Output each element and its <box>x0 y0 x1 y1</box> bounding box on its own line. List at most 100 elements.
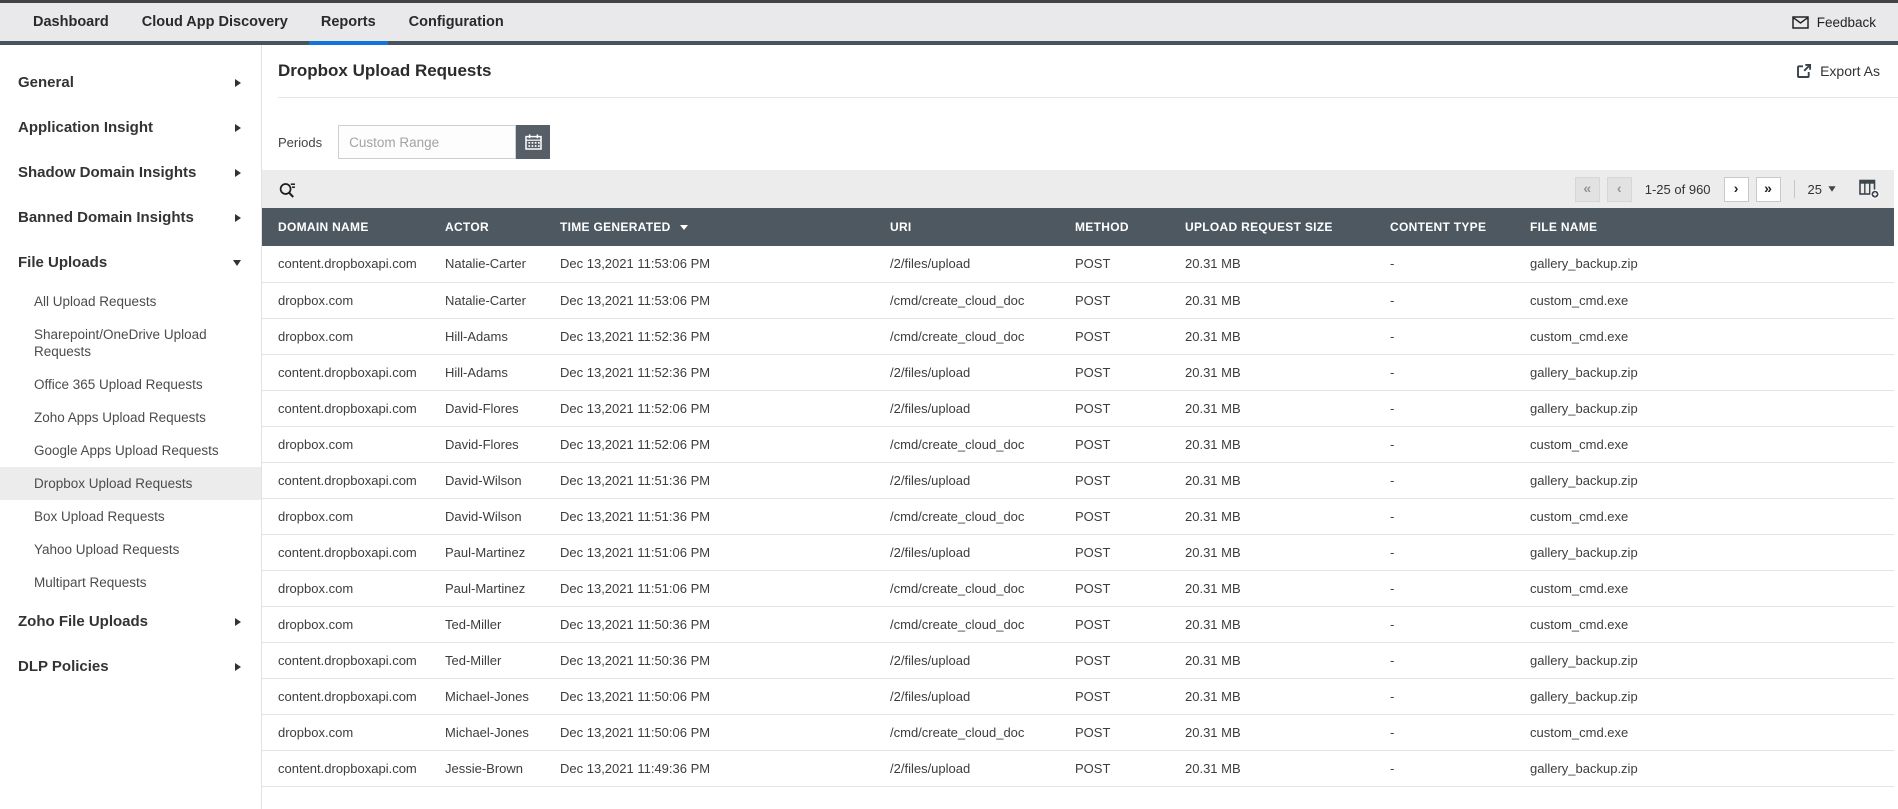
cell-time-generated: Dec 13,2021 11:52:06 PM <box>560 390 890 427</box>
cell-time-generated: Dec 13,2021 11:52:36 PM <box>560 354 890 391</box>
sidebar-item-banned-domain-insights[interactable]: Banned Domain Insights <box>0 195 261 240</box>
sidebar-item-google-apps-upload-requests[interactable]: Google Apps Upload Requests <box>0 434 261 467</box>
column-header-actor[interactable]: ACTOR <box>445 208 560 246</box>
cell-time-generated: Dec 13,2021 11:49:36 PM <box>560 750 890 787</box>
cell-actor: Ted-Miller <box>445 606 560 643</box>
cell-time-generated: Dec 13,2021 11:51:06 PM <box>560 534 890 571</box>
next-page-icon: › <box>1733 180 1739 196</box>
cell-content-type: - <box>1390 714 1530 751</box>
sidebar-item-multipart-requests[interactable]: Multipart Requests <box>0 566 261 599</box>
column-header-upload-request-size[interactable]: UPLOAD REQUEST SIZE <box>1185 208 1390 246</box>
table-row[interactable]: dropbox.com Ted-Miller Dec 13,2021 11:50… <box>262 606 1894 643</box>
chevron-down-icon <box>233 259 241 266</box>
table-row[interactable]: content.dropboxapi.com Jessie-Brown Dec … <box>262 750 1894 787</box>
nav-item-configuration[interactable]: Configuration <box>409 3 504 41</box>
table-row[interactable]: dropbox.com Natalie-Carter Dec 13,2021 1… <box>262 282 1894 319</box>
cell-file-name: gallery_backup.zip <box>1530 534 1894 571</box>
sidebar-item-all-upload-requests[interactable]: All Upload Requests <box>0 285 261 318</box>
cell-method: POST <box>1075 498 1185 535</box>
sidebar-item-shadow-domain-insights[interactable]: Shadow Domain Insights <box>0 150 261 195</box>
chevron-down-icon <box>1828 186 1836 192</box>
table-row[interactable]: content.dropboxapi.com Hill-Adams Dec 13… <box>262 354 1894 391</box>
table-row[interactable]: content.dropboxapi.com David-Flores Dec … <box>262 390 1894 427</box>
cell-content-type: - <box>1390 642 1530 679</box>
sidebar-item-dlp-policies[interactable]: DLP Policies <box>0 644 261 689</box>
table-row[interactable]: content.dropboxapi.com Michael-Jones Dec… <box>262 678 1894 715</box>
sidebar-item-sharepoint-onedrive-upload-requests[interactable]: Sharepoint/OneDrive Upload Requests <box>0 318 261 368</box>
last-page-button[interactable]: » <box>1755 176 1781 202</box>
table-row[interactable]: dropbox.com David-Wilson Dec 13,2021 11:… <box>262 498 1894 535</box>
sidebar-item-general[interactable]: General <box>0 60 261 105</box>
sidebar-item-file-uploads[interactable]: File Uploads <box>0 240 261 285</box>
column-header-content-type[interactable]: CONTENT TYPE <box>1390 208 1530 246</box>
cell-domain-name: content.dropboxapi.com <box>262 390 445 427</box>
nav-item-cloud-app-discovery[interactable]: Cloud App Discovery <box>142 3 288 41</box>
cell-actor: Paul-Martinez <box>445 534 560 571</box>
cell-method: POST <box>1075 282 1185 319</box>
sidebar-item-zoho-file-uploads[interactable]: Zoho File Uploads <box>0 599 261 644</box>
cell-domain-name: dropbox.com <box>262 282 445 319</box>
chevron-right-icon <box>235 78 241 87</box>
custom-range-input[interactable] <box>338 125 517 159</box>
cell-time-generated: Dec 13,2021 11:52:36 PM <box>560 318 890 355</box>
cell-uri: /2/files/upload <box>890 534 1075 571</box>
cell-method: POST <box>1075 678 1185 715</box>
page-size-value: 25 <box>1807 181 1822 197</box>
cell-domain-name: dropbox.com <box>262 570 445 607</box>
page-size-dropdown[interactable]: 25 <box>1808 182 1836 197</box>
column-chooser-button[interactable] <box>1859 179 1880 199</box>
nav-item-reports[interactable]: Reports <box>308 3 388 45</box>
last-page-icon: » <box>1764 180 1772 196</box>
calendar-button[interactable] <box>516 125 551 159</box>
cell-content-type: - <box>1390 354 1530 391</box>
column-header-uri[interactable]: URI <box>890 208 1075 246</box>
previous-page-button[interactable]: ‹ <box>1606 176 1632 202</box>
first-page-button[interactable]: « <box>1574 176 1600 202</box>
chevron-right-icon <box>235 662 241 671</box>
cell-time-generated: Dec 13,2021 11:50:36 PM <box>560 606 890 643</box>
search-button[interactable] <box>278 180 297 199</box>
cell-upload-request-size: 20.31 MB <box>1185 642 1390 679</box>
column-header-domain-name[interactable]: DOMAIN NAME <box>262 208 445 246</box>
table-row[interactable]: content.dropboxapi.com Ted-Miller Dec 13… <box>262 642 1894 679</box>
table-row[interactable]: dropbox.com Hill-Adams Dec 13,2021 11:52… <box>262 318 1894 355</box>
cell-method: POST <box>1075 354 1185 391</box>
sidebar-item-zoho-apps-upload-requests[interactable]: Zoho Apps Upload Requests <box>0 401 261 434</box>
export-as-button[interactable]: Export As <box>1796 63 1880 79</box>
sidebar-item-dropbox-upload-requests[interactable]: Dropbox Upload Requests <box>0 467 261 500</box>
sidebar-item-application-insight[interactable]: Application Insight <box>0 105 261 150</box>
column-header-file-name[interactable]: FILE NAME <box>1530 208 1894 246</box>
column-header-method[interactable]: METHOD <box>1075 208 1185 246</box>
column-header-time-generated[interactable]: TIME GENERATED <box>560 208 890 246</box>
table-row[interactable]: dropbox.com David-Flores Dec 13,2021 11:… <box>262 426 1894 463</box>
cell-uri: /2/files/upload <box>890 354 1075 391</box>
previous-page-icon: ‹ <box>1616 180 1622 196</box>
table-row[interactable]: content.dropboxapi.com Natalie-Carter De… <box>262 246 1894 283</box>
nav-item-dashboard[interactable]: Dashboard <box>33 3 109 41</box>
sidebar-item-yahoo-upload-requests[interactable]: Yahoo Upload Requests <box>0 533 261 566</box>
cell-file-name: custom_cmd.exe <box>1530 282 1894 319</box>
cell-actor: David-Wilson <box>445 462 560 499</box>
next-page-button[interactable]: › <box>1723 176 1749 202</box>
cell-time-generated: Dec 13,2021 11:52:06 PM <box>560 426 890 463</box>
cell-time-generated: Dec 13,2021 11:51:36 PM <box>560 462 890 499</box>
table-row[interactable]: content.dropboxapi.com Paul-Martinez Dec… <box>262 534 1894 571</box>
cell-content-type: - <box>1390 426 1530 463</box>
sidebar-item-office-365-upload-requests[interactable]: Office 365 Upload Requests <box>0 368 261 401</box>
cell-upload-request-size: 20.31 MB <box>1185 390 1390 427</box>
table-row[interactable]: content.dropboxapi.com David-Wilson Dec … <box>262 462 1894 499</box>
cell-time-generated: Dec 13,2021 11:51:36 PM <box>560 498 890 535</box>
cell-domain-name: dropbox.com <box>262 498 445 535</box>
cell-actor: Hill-Adams <box>445 318 560 355</box>
table-row[interactable]: dropbox.com Paul-Martinez Dec 13,2021 11… <box>262 570 1894 607</box>
search-icon <box>278 180 297 199</box>
cell-method: POST <box>1075 714 1185 751</box>
sidebar-item-box-upload-requests[interactable]: Box Upload Requests <box>0 500 261 533</box>
cell-method: POST <box>1075 318 1185 355</box>
cell-content-type: - <box>1390 462 1530 499</box>
table-row[interactable]: dropbox.com Michael-Jones Dec 13,2021 11… <box>262 714 1894 751</box>
cell-method: POST <box>1075 534 1185 571</box>
cell-uri: /cmd/create_cloud_doc <box>890 570 1075 607</box>
feedback-button[interactable]: Feedback <box>1791 15 1876 30</box>
cell-content-type: - <box>1390 282 1530 319</box>
